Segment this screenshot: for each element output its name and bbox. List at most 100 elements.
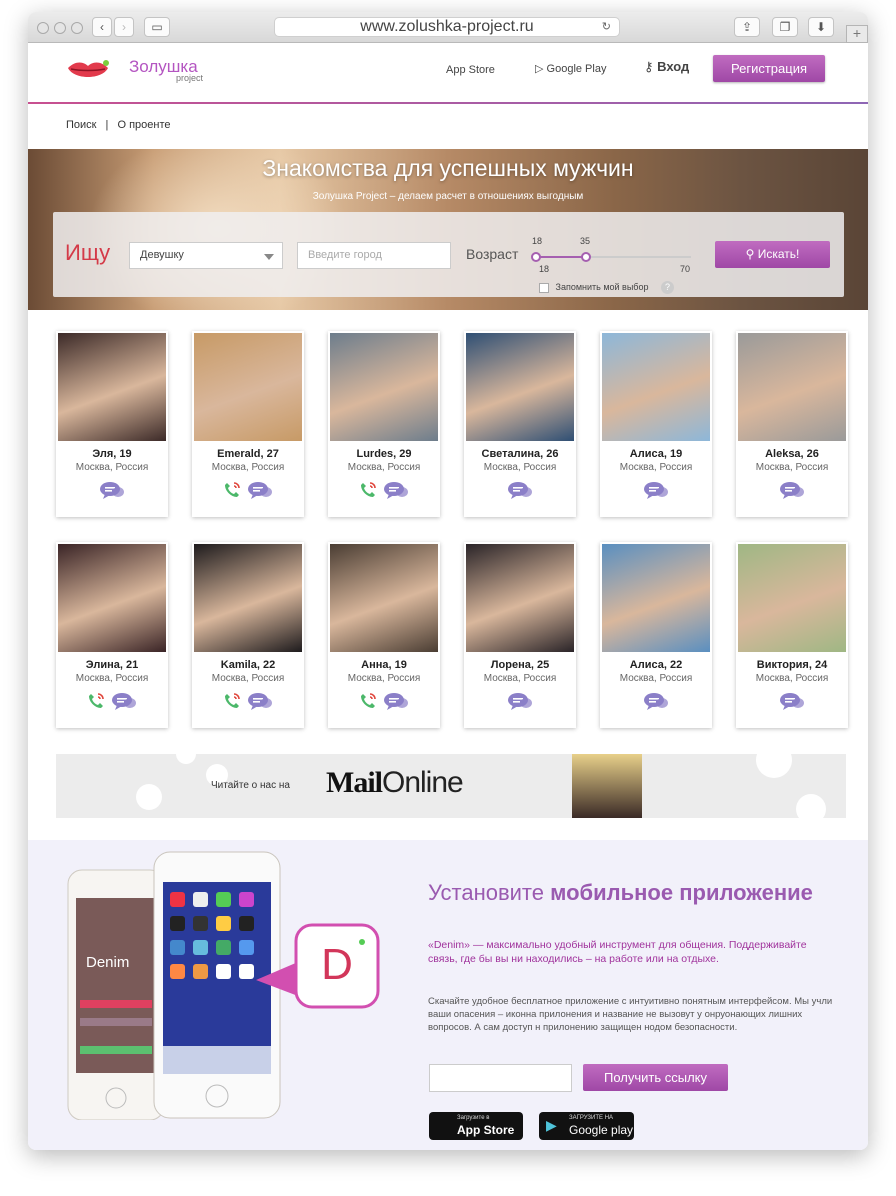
profile-actions	[328, 481, 440, 504]
chat-icon[interactable]	[779, 481, 805, 504]
key-icon: ⚷	[644, 59, 654, 74]
minimize-window-button[interactable]	[54, 22, 66, 34]
google-play-link[interactable]: ▷ Google Play	[535, 62, 606, 76]
profile-name[interactable]: Lurdes, 29	[328, 448, 440, 460]
breadcrumb-search[interactable]: Поиск	[66, 119, 96, 131]
profile-card[interactable]: Emerald, 27 Москва, Россия	[192, 331, 304, 517]
age-scale-max: 70	[680, 264, 691, 274]
chat-icon[interactable]	[643, 481, 669, 504]
press-photo	[572, 754, 642, 818]
address-bar[interactable]: www.zolushka-project.ru ↻	[274, 17, 620, 37]
chat-icon[interactable]	[779, 692, 805, 715]
hero-subtitle: Золушка Project – делаем расчет в отноше…	[312, 191, 584, 202]
profile-name[interactable]: Kamila, 22	[192, 659, 304, 671]
hero-banner: Знакомства для успешных мужчин Золушка P…	[28, 149, 868, 310]
profile-photo[interactable]	[330, 544, 438, 652]
profile-card[interactable]: Алиса, 19 Москва, Россия	[600, 331, 712, 517]
share-icon[interactable]: ⇪	[734, 17, 760, 37]
profile-photo[interactable]	[58, 544, 166, 652]
profile-photo[interactable]	[602, 333, 710, 441]
profile-photo[interactable]	[602, 544, 710, 652]
chat-icon[interactable]	[99, 481, 125, 504]
appstore-badge[interactable]: Загрузите в App Store	[429, 1112, 523, 1140]
profile-photo[interactable]	[738, 333, 846, 441]
chat-icon[interactable]	[247, 481, 273, 504]
phone-call-icon[interactable]	[359, 481, 377, 504]
lips-logo-icon[interactable]	[66, 60, 110, 87]
sidebar-icon[interactable]: ▭	[144, 17, 170, 37]
profile-name[interactable]: Элина, 21	[56, 659, 168, 671]
profile-photo[interactable]	[466, 333, 574, 441]
chat-icon[interactable]	[383, 481, 409, 504]
chat-icon[interactable]	[247, 692, 273, 715]
breadcrumb-about[interactable]: О проенте	[117, 119, 170, 131]
profile-name[interactable]: Светалина, 26	[464, 448, 576, 460]
age-range-slider[interactable]	[531, 252, 691, 262]
remember-choice[interactable]: Запомнить мой выбор ?	[539, 281, 674, 294]
profile-name[interactable]: Emerald, 27	[192, 448, 304, 460]
profile-photo[interactable]	[194, 544, 302, 652]
phone-call-icon[interactable]	[223, 692, 241, 715]
city-input[interactable]: Введите город	[297, 242, 451, 269]
chat-icon[interactable]	[383, 692, 409, 715]
tabs-icon[interactable]: ❐	[772, 17, 798, 37]
browser-toolbar: ‹ › ▭ www.zolushka-project.ru ↻ ⇪ ❐ ⬇ +	[28, 12, 868, 43]
googleplay-badge[interactable]: ▶ ЗАГРУЗИТЕ НА Google play	[539, 1112, 634, 1140]
gender-select[interactable]: Девушку	[129, 242, 283, 269]
logo-subtext: project	[176, 73, 204, 83]
phone-input[interactable]	[429, 1064, 572, 1092]
age-label: Возраст	[466, 246, 519, 262]
register-button[interactable]: Регистрация	[713, 55, 825, 82]
profile-photo[interactable]	[738, 544, 846, 652]
age-min-handle[interactable]	[531, 252, 541, 262]
profile-card[interactable]: Lurdes, 29 Москва, Россия	[328, 331, 440, 517]
chat-icon[interactable]	[507, 481, 533, 504]
profile-photo[interactable]	[194, 333, 302, 441]
chat-icon[interactable]	[643, 692, 669, 715]
phone-call-icon[interactable]	[359, 692, 377, 715]
close-window-button[interactable]	[37, 22, 49, 34]
profile-card[interactable]: Светалина, 26 Москва, Россия	[464, 331, 576, 517]
profile-card[interactable]: Лорена, 25 Москва, Россия	[464, 542, 576, 728]
search-button[interactable]: ⚲ Искать!	[715, 241, 830, 268]
profile-photo[interactable]	[58, 333, 166, 441]
phone-call-icon[interactable]	[87, 692, 105, 715]
phone-call-icon[interactable]	[223, 481, 241, 504]
chat-icon[interactable]	[111, 692, 137, 715]
decor-dot	[756, 754, 792, 778]
profile-name[interactable]: Виктория, 24	[736, 659, 848, 671]
profile-card[interactable]: Элина, 21 Москва, Россия	[56, 542, 168, 728]
phones-illustration: Denim D	[66, 850, 386, 1121]
back-button[interactable]: ‹	[92, 17, 112, 37]
play-icon: ▷	[535, 63, 544, 75]
profile-card[interactable]: Виктория, 24 Москва, Россия	[736, 542, 848, 728]
profile-name[interactable]: Эля, 19	[56, 448, 168, 460]
help-icon[interactable]: ?	[660, 281, 674, 294]
profile-name[interactable]: Aleksa, 26	[736, 448, 848, 460]
profile-card[interactable]: Эля, 19 Москва, Россия	[56, 331, 168, 517]
profile-photo[interactable]	[330, 333, 438, 441]
profile-name[interactable]: Алиса, 19	[600, 448, 712, 460]
search-icon: ⚲	[745, 247, 755, 261]
remember-checkbox[interactable]	[539, 282, 549, 293]
profile-card[interactable]: Kamila, 22 Москва, Россия	[192, 542, 304, 728]
profile-card[interactable]: Алиса, 22 Москва, Россия	[600, 542, 712, 728]
age-max-handle[interactable]	[581, 252, 591, 262]
forward-button[interactable]: ›	[114, 17, 134, 37]
profile-card[interactable]: Aleksa, 26 Москва, Россия	[736, 331, 848, 517]
get-link-button[interactable]: Получить ссылку	[583, 1064, 728, 1091]
login-link[interactable]: ⚷ Вход	[644, 60, 689, 74]
profile-name[interactable]: Лорена, 25	[464, 659, 576, 671]
profile-name[interactable]: Алиса, 22	[600, 659, 712, 671]
profile-location: Москва, Россия	[211, 673, 285, 684]
profile-photo[interactable]	[466, 544, 574, 652]
new-tab-button[interactable]: +	[846, 25, 868, 43]
reload-icon[interactable]: ↻	[602, 18, 611, 36]
zoom-window-button[interactable]	[71, 22, 83, 34]
profile-card[interactable]: Анна, 19 Москва, Россия	[328, 542, 440, 728]
profile-name[interactable]: Анна, 19	[328, 659, 440, 671]
downloads-icon[interactable]: ⬇	[808, 17, 834, 37]
press-banner[interactable]: Читайте о нас на MailOnline	[56, 754, 846, 818]
chat-icon[interactable]	[507, 692, 533, 715]
app-store-link[interactable]: App Store	[446, 62, 495, 77]
